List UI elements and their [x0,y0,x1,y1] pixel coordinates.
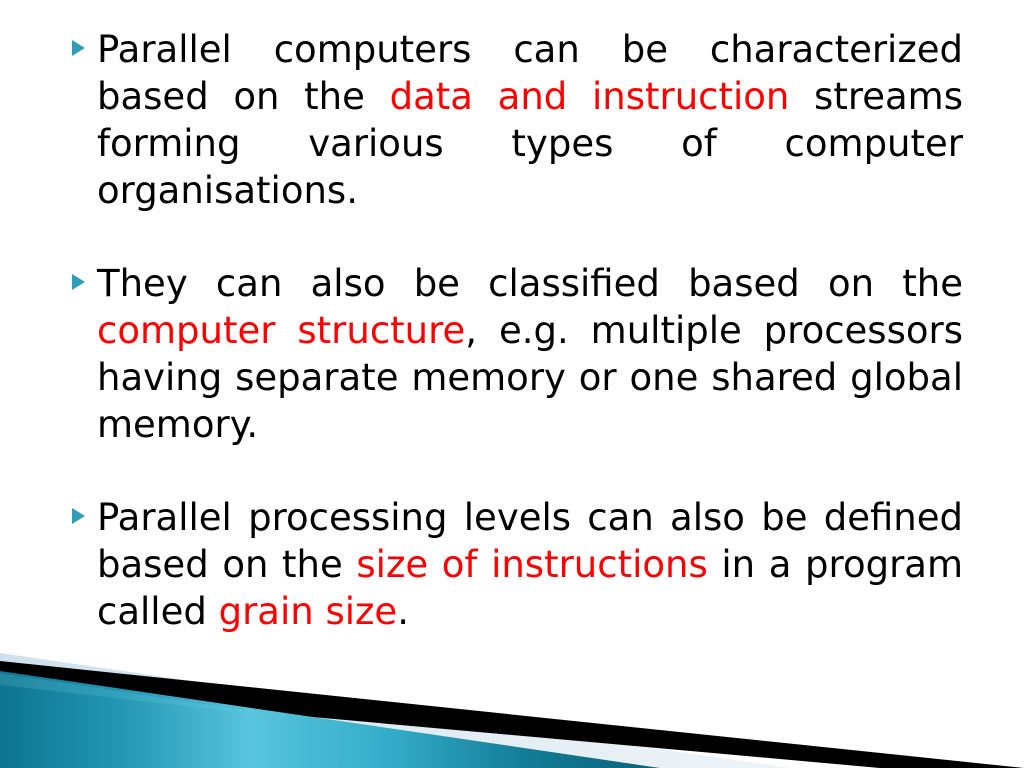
bullet-item-1: Parallel computers can be characterized … [0,26,1024,214]
bullet-text-2: They can also be classified based on the… [97,260,963,448]
bullet-item-3: Parallel processing levels can also be d… [0,494,1024,635]
triangle-bullet-icon [72,274,85,290]
light-blue-band [0,653,790,768]
bullet-text-1: Parallel computers can be characterized … [97,26,963,214]
bullet-text-3: Parallel processing levels can also be d… [97,494,963,635]
teal-wedge [0,671,660,768]
triangle-bullet-icon [72,508,85,524]
bullet-item-2: They can also be classified based on the… [0,260,1024,448]
slide-body: Parallel computers can be characterized … [0,26,1024,635]
bullet-1-seg-2-highlight: data and instruction [389,75,790,118]
black-stripe [0,661,1024,768]
bullet-2-seg-1: They can also be classified based on the [97,262,963,305]
bullet-3-seg-5: . [397,590,409,633]
triangle-bullet-icon [72,40,85,56]
corner-ribbon-graphic [0,633,1024,768]
slide-canvas: Parallel computers can be characterized … [0,0,1024,768]
bullet-3-seg-4-highlight: grain size [218,590,398,633]
teal-sheen [0,673,300,719]
bullet-2-seg-2-highlight: computer structure [97,309,466,352]
bullet-3-seg-2-highlight: size of instructions [356,543,708,586]
